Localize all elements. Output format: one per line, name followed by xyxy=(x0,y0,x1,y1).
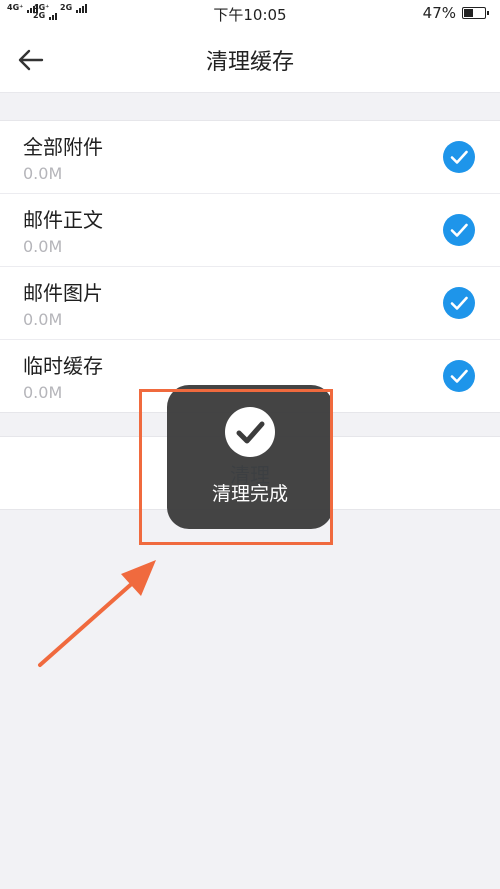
item-size: 0.0M xyxy=(23,383,63,402)
battery-status: 47% xyxy=(422,4,489,22)
item-label: 邮件正文 xyxy=(23,208,103,232)
battery-icon xyxy=(462,7,489,19)
item-label: 全部附件 xyxy=(23,135,103,159)
list-item[interactable]: 邮件正文 0.0M xyxy=(0,194,500,267)
battery-percent: 47% xyxy=(422,4,456,22)
battery-fill xyxy=(464,9,473,17)
app-header: 清理缓存 xyxy=(0,28,500,93)
check-icon[interactable] xyxy=(443,360,475,392)
item-size: 0.0M xyxy=(23,310,63,329)
item-size: 0.0M xyxy=(23,237,63,256)
item-label: 临时缓存 xyxy=(23,354,103,378)
item-label: 邮件图片 xyxy=(23,281,103,305)
status-bar: 4G⁺ 4G⁺ 2G 2G 下午10:05 47% xyxy=(0,0,500,28)
cache-list: 全部附件 0.0M 邮件正文 0.0M 邮件图片 0.0M 临时缓存 0.0M xyxy=(0,120,500,413)
check-icon[interactable] xyxy=(443,214,475,246)
check-icon[interactable] xyxy=(443,141,475,173)
page-title: 清理缓存 xyxy=(205,50,294,75)
annotation-highlight-box xyxy=(139,389,333,545)
list-item[interactable]: 全部附件 0.0M xyxy=(0,121,500,194)
list-item[interactable]: 邮件图片 0.0M xyxy=(0,267,500,340)
check-icon[interactable] xyxy=(443,287,475,319)
item-size: 0.0M xyxy=(23,164,63,183)
